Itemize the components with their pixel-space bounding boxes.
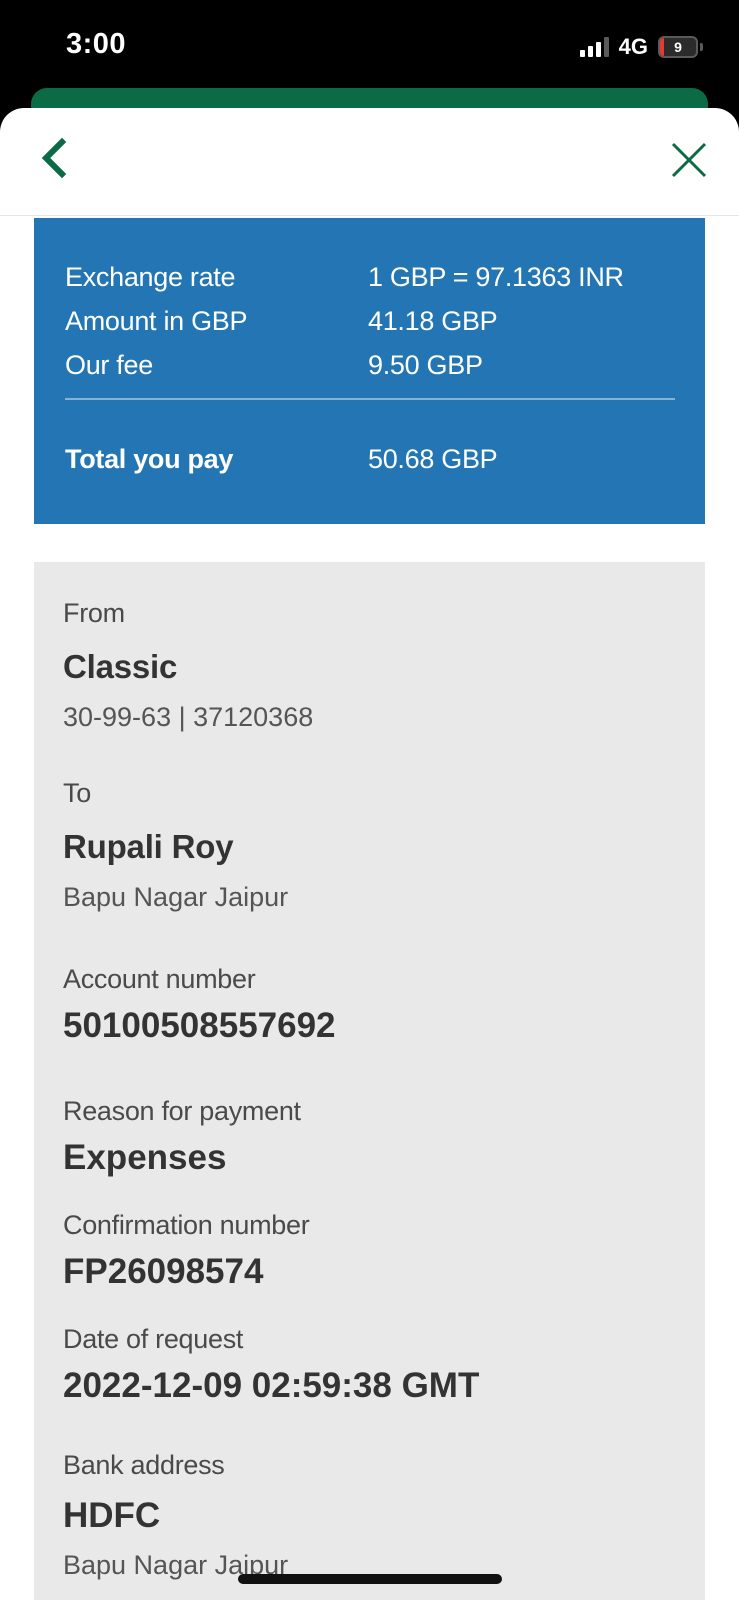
- total-value: 50.68 GBP: [368, 444, 498, 474]
- from-account-name: Classic: [63, 648, 178, 685]
- account-number-value: 50100508557692: [63, 1006, 336, 1045]
- total-label: Total you pay: [65, 444, 234, 474]
- exchange-rate-label: Exchange rate: [65, 262, 236, 292]
- recipient-address: Bapu Nagar Jaipur: [63, 882, 289, 912]
- transfer-details-sheet: Exchange rate 1 GBP = 97.1363 INR Amount…: [0, 108, 739, 1600]
- home-indicator[interactable]: [238, 1574, 502, 1584]
- battery-icon: 9: [658, 36, 698, 58]
- status-time: 3:00: [66, 28, 127, 60]
- exchange-summary-panel: Exchange rate 1 GBP = 97.1363 INR Amount…: [34, 218, 705, 524]
- close-icon: [671, 142, 707, 178]
- battery-cap: [700, 43, 703, 51]
- cellular-signal-icon: [579, 37, 609, 57]
- date-of-request-label: Date of request: [63, 1324, 244, 1354]
- battery-level: 9: [674, 39, 682, 55]
- network-type: 4G: [618, 34, 648, 59]
- fee-label: Our fee: [65, 350, 153, 380]
- bank-address-label: Bank address: [63, 1450, 225, 1480]
- amount-label: Amount in GBP: [65, 306, 248, 336]
- date-of-request-value: 2022-12-09 02:59:38 GMT: [63, 1366, 480, 1405]
- chevron-left-icon: [41, 137, 67, 179]
- confirmation-number-label: Confirmation number: [63, 1210, 310, 1240]
- recipient-name: Rupali Roy: [63, 828, 234, 865]
- bank-name: HDFC: [63, 1496, 161, 1535]
- sheet-header: [0, 108, 739, 216]
- fee-value: 9.50 GBP: [368, 350, 483, 380]
- to-label: To: [63, 778, 91, 808]
- summary-divider: [65, 398, 675, 400]
- status-bar: 3:00 4G 9: [0, 0, 739, 100]
- reason-value: Expenses: [63, 1138, 227, 1177]
- confirmation-number-value: FP26098574: [63, 1252, 264, 1291]
- payment-details-panel: From Classic 30-99-63 | 37120368 To Rupa…: [34, 562, 705, 1600]
- status-indicators: 4G 9: [579, 34, 703, 60]
- reason-label: Reason for payment: [63, 1096, 301, 1126]
- close-button[interactable]: [667, 138, 711, 182]
- exchange-rate-value: 1 GBP = 97.1363 INR: [368, 262, 624, 292]
- amount-value: 41.18 GBP: [368, 306, 498, 336]
- account-number-label: Account number: [63, 964, 256, 994]
- back-button[interactable]: [36, 136, 80, 180]
- from-label: From: [63, 598, 125, 628]
- from-account-details: 30-99-63 | 37120368: [63, 702, 314, 732]
